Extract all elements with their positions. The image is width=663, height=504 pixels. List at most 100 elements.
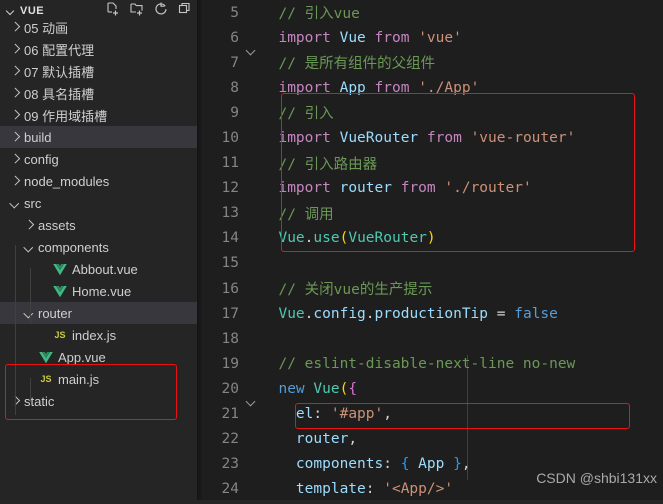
tree-item-components[interactable]: components <box>0 236 197 258</box>
tree-item-label: assets <box>38 217 76 233</box>
vue-file-icon <box>52 283 68 299</box>
refresh-icon[interactable] <box>153 1 169 17</box>
code-line[interactable]: 22 router, <box>197 427 663 452</box>
tree-item-label: static <box>24 393 55 409</box>
chevron-right-icon[interactable] <box>8 64 22 78</box>
watermark: CSDN @shbi131xx <box>536 470 657 486</box>
tree-item-07[interactable]: 07 默认插槽 <box>0 60 197 82</box>
tree-item-label: main.js <box>58 371 100 387</box>
code-text: import Vue from 'vue' <box>278 29 462 46</box>
code-line[interactable]: 18 <box>197 326 663 351</box>
explorer-sidebar: VUE 05 动画 06 配置代理 07 默认插槽 08 具名插槽 09 作用域… <box>0 0 197 504</box>
tree-item-config[interactable]: config <box>0 148 197 170</box>
indent-guide <box>30 378 31 402</box>
tree-item-08[interactable]: 08 具名插槽 <box>0 82 197 104</box>
line-number: 12 <box>221 180 239 197</box>
tree-item-label: index.js <box>72 327 117 343</box>
code-line[interactable]: 14 Vue.use(VueRouter) <box>197 226 663 251</box>
code-line[interactable]: 20 new Vue({ <box>197 376 663 401</box>
line-number: 24 <box>221 481 239 498</box>
tree-item-label: 07 默认插槽 <box>24 64 95 80</box>
editor-bottom-strip <box>197 500 663 504</box>
chevron-right-icon[interactable] <box>8 42 22 56</box>
line-number: 19 <box>221 355 239 372</box>
tree-item-assets[interactable]: assets <box>0 214 197 236</box>
code-line[interactable]: 9 // 引入 <box>197 100 663 125</box>
code-line[interactable]: 17 Vue.config.productionTip = false <box>197 301 663 326</box>
code-line[interactable]: 12 import router from './router' <box>197 176 663 201</box>
code-text: el: '#app', <box>295 406 392 423</box>
chevron-right-icon[interactable] <box>22 218 36 232</box>
line-number: 15 <box>221 255 239 272</box>
code-text: import VueRouter from 'vue-router' <box>278 130 576 147</box>
chevron-right-icon[interactable] <box>8 20 22 34</box>
line-number: 23 <box>221 456 239 473</box>
line-number: 22 <box>221 431 239 448</box>
code-lines[interactable]: 5 // 引入vue 6 import Vue from 'vue' 7 // 是所… <box>197 0 663 504</box>
line-number: 11 <box>221 155 239 172</box>
chevron-right-icon[interactable] <box>8 108 22 122</box>
file-tree[interactable]: 05 动画 06 配置代理 07 默认插槽 08 具名插槽 09 作用域插槽 build c… <box>0 16 197 412</box>
new-file-icon[interactable] <box>105 1 121 17</box>
code-text: // eslint-disable-next-line no-new <box>278 355 576 372</box>
collapse-all-icon[interactable] <box>177 1 193 17</box>
chevron-right-icon[interactable] <box>8 174 22 188</box>
line-number: 9 <box>230 104 239 121</box>
line-number: 17 <box>221 305 239 322</box>
code-text: // 引入 <box>278 106 334 123</box>
new-folder-icon[interactable] <box>129 1 145 17</box>
code-line[interactable]: 15 <box>197 251 663 276</box>
code-text: import router from './router' <box>278 180 532 197</box>
tree-item-label: Abbout.vue <box>72 261 138 277</box>
vscode-window: VUE 05 动画 06 配置代理 07 默认插槽 08 具名插槽 09 作用域… <box>0 0 663 504</box>
line-number: 20 <box>221 380 239 397</box>
line-number: 16 <box>221 280 239 297</box>
code-line[interactable]: 5 // 引入vue <box>197 0 663 25</box>
code-text: new Vue({ <box>278 380 358 397</box>
tree-item-06[interactable]: 06 配置代理 <box>0 38 197 60</box>
js-file-icon: JS <box>40 374 52 384</box>
code-line[interactable]: 19 // eslint-disable-next-line no-new <box>197 351 663 376</box>
chevron-down-icon[interactable] <box>22 306 36 320</box>
code-line[interactable]: 16 // 关闭vue的生产提示 <box>197 276 663 301</box>
chevron-right-icon[interactable] <box>8 152 22 166</box>
code-line[interactable]: 6 import Vue from 'vue' <box>197 25 663 50</box>
code-line[interactable]: 21 el: '#app', <box>197 402 663 427</box>
line-number: 18 <box>221 330 239 347</box>
indent-guide <box>30 268 31 324</box>
line-number: 21 <box>221 406 239 423</box>
line-number: 14 <box>221 230 239 247</box>
chevron-right-icon[interactable] <box>8 86 22 100</box>
tree-item-src[interactable]: src <box>0 192 197 214</box>
chevron-right-icon[interactable] <box>8 130 22 144</box>
tree-item-09[interactable]: 09 作用域插槽 <box>0 104 197 126</box>
line-number: 10 <box>221 130 239 147</box>
vue-file-icon <box>52 261 68 277</box>
tree-item-label: App.vue <box>58 349 106 365</box>
tree-item-appvue[interactable]: App.vue <box>0 346 197 368</box>
tree-item-label: src <box>24 195 42 211</box>
code-line[interactable]: 8 import App from './App' <box>197 75 663 100</box>
explorer-toolbar <box>105 1 193 17</box>
code-editor[interactable]: 5 // 引入vue 6 import Vue from 'vue' 7 // 是所… <box>197 0 663 504</box>
line-number: 5 <box>230 4 239 21</box>
code-line[interactable]: 10 import VueRouter from 'vue-router' <box>197 125 663 150</box>
tree-item-nodemodules[interactable]: node_modules <box>0 170 197 192</box>
chevron-down-icon[interactable] <box>8 196 22 210</box>
tree-item-05[interactable]: 05 动画 <box>0 16 197 38</box>
tree-item-label: node_modules <box>24 173 110 189</box>
tree-item-indexjs[interactable]: JS index.js <box>0 324 197 346</box>
tree-item-label: 05 动画 <box>24 20 69 36</box>
vue-file-icon <box>38 349 54 365</box>
chevron-down-icon[interactable] <box>22 240 36 254</box>
code-line[interactable]: 7 // 是所有组件的父组件 <box>197 50 663 75</box>
code-line[interactable]: 13 // 调用 <box>197 201 663 226</box>
code-line[interactable]: 11 // 引入路由器 <box>197 151 663 176</box>
tree-item-build[interactable]: build <box>0 126 197 148</box>
tree-item-label: components <box>38 239 109 255</box>
tree-item-label: router <box>38 305 72 321</box>
